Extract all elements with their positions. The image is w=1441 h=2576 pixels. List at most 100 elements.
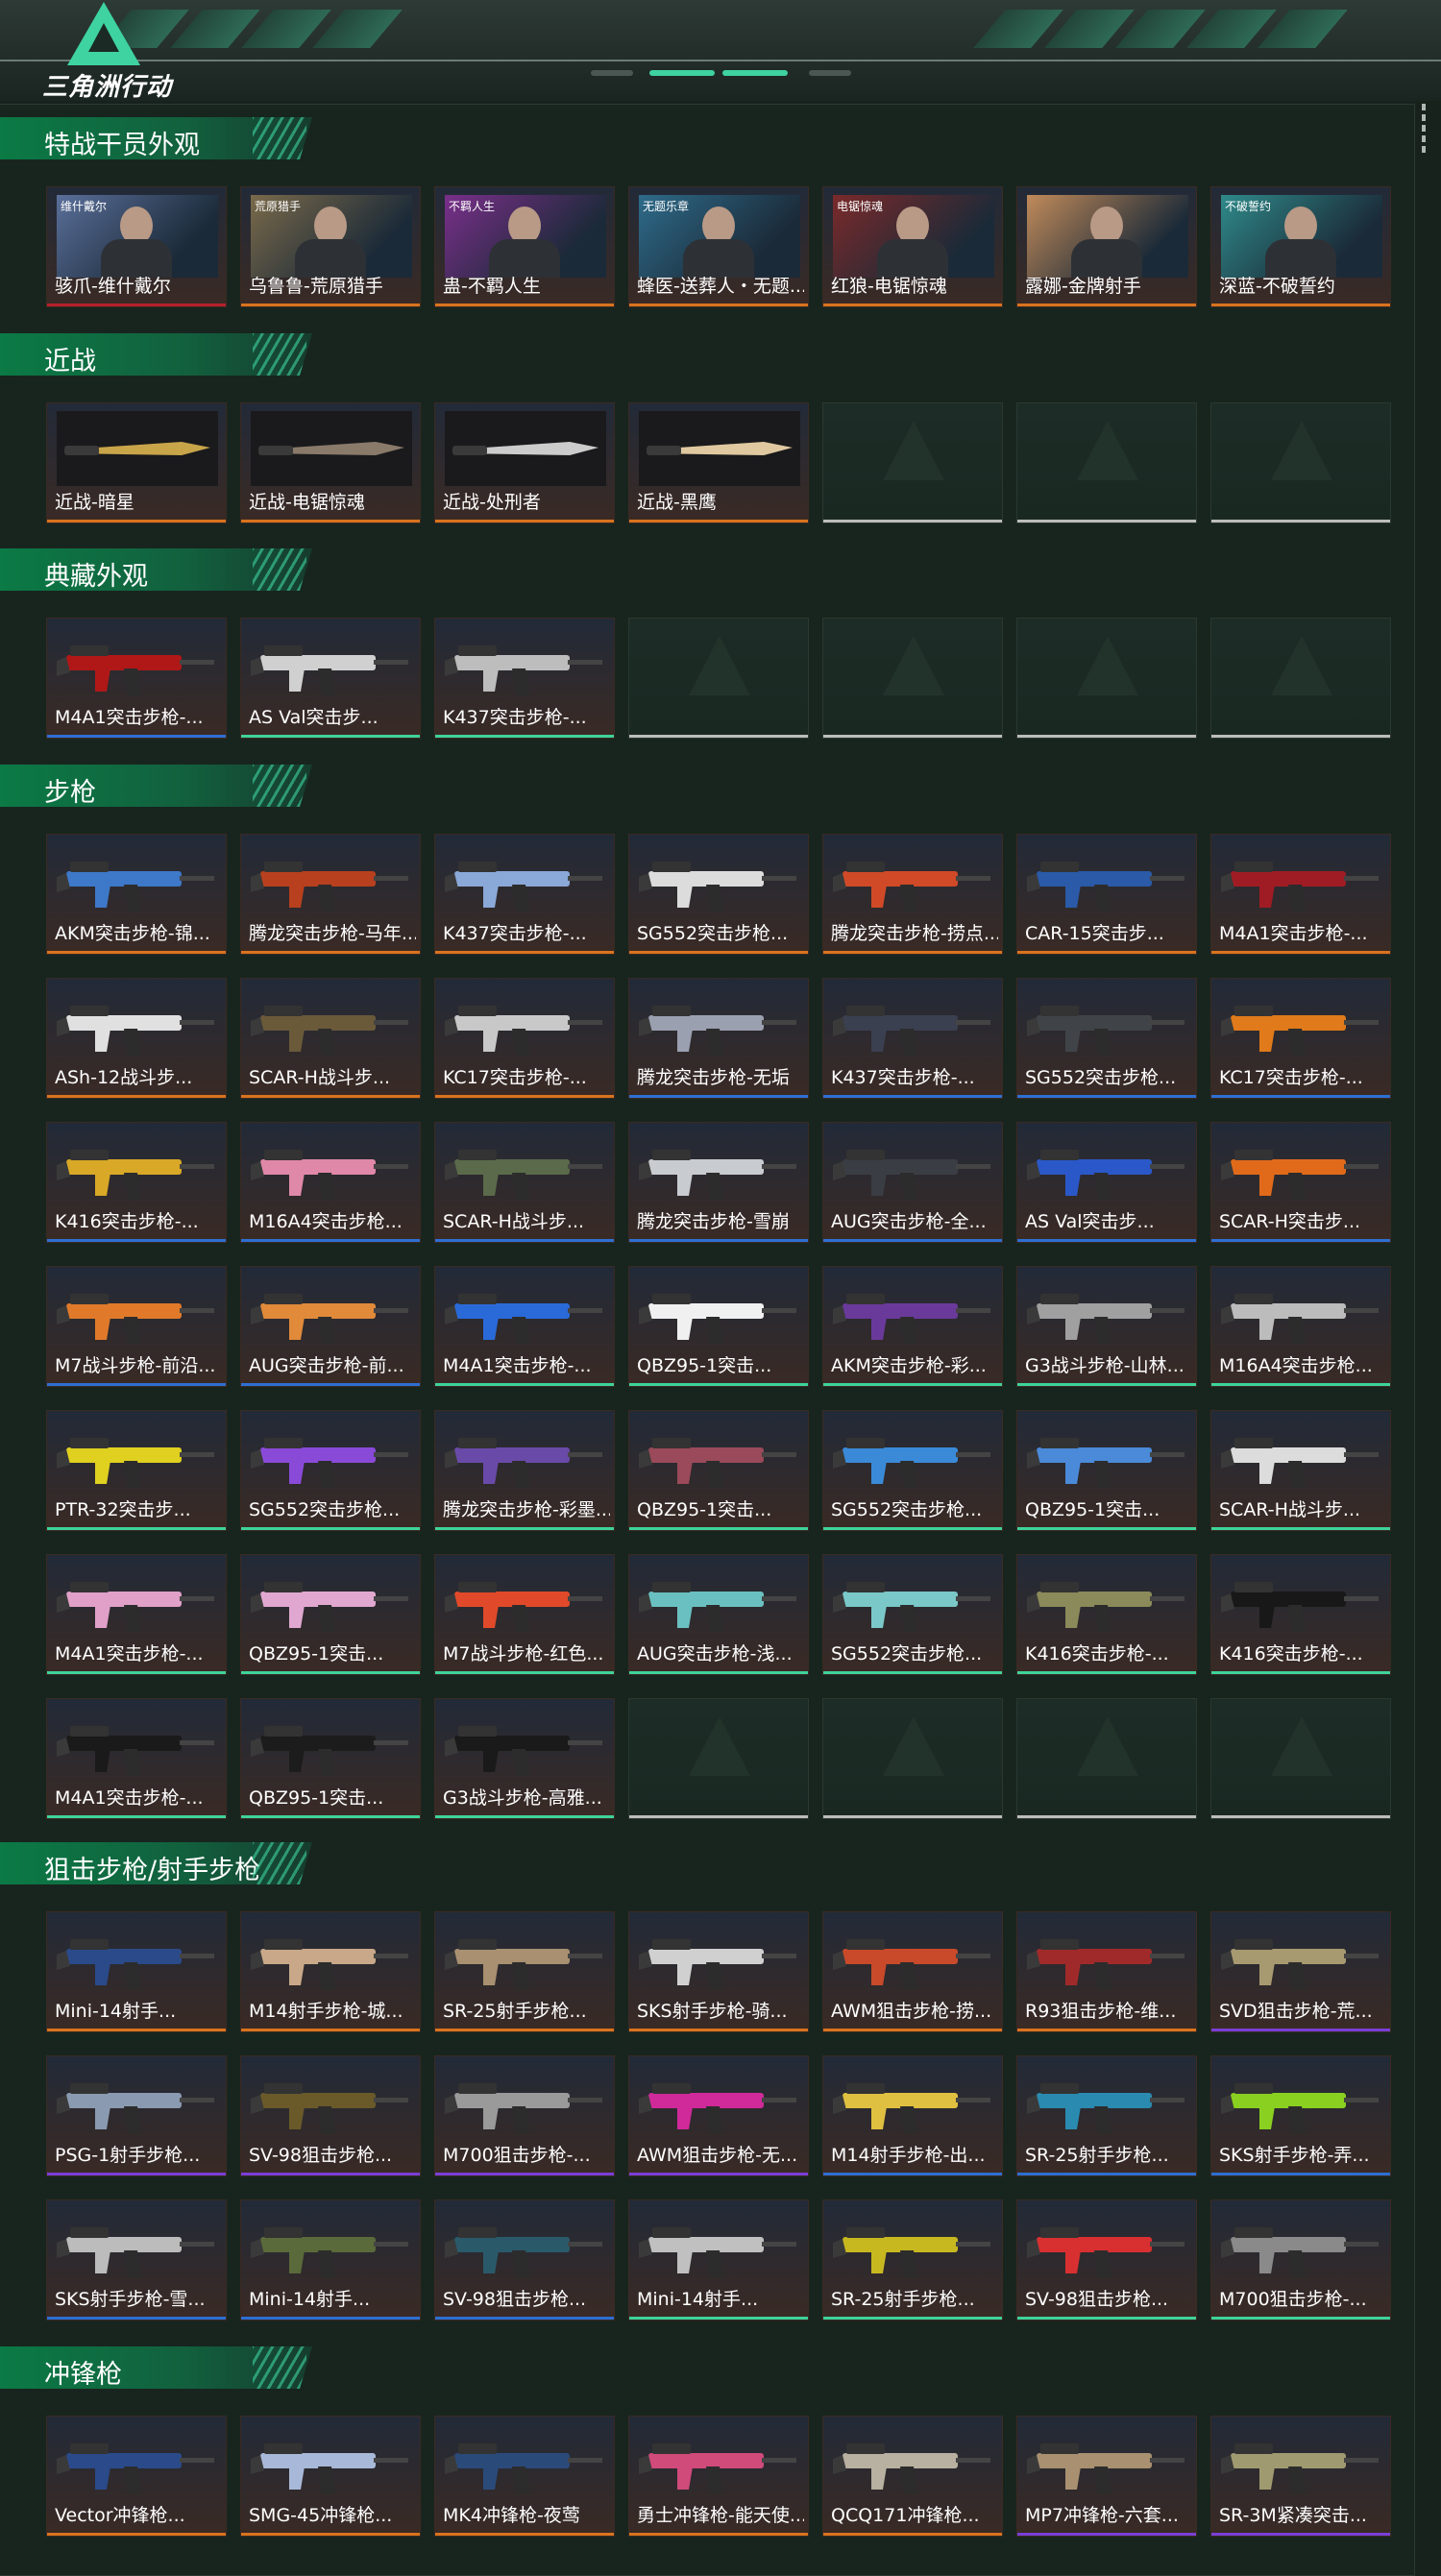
item-card[interactable]: 近战-黑鹰	[628, 402, 809, 523]
item-card[interactable]: M16A4突击步枪...	[240, 1122, 421, 1243]
item-card[interactable]: QBZ95-1突击...	[628, 1410, 809, 1531]
item-card[interactable]: 腾龙突击步枪-彩墨...	[434, 1410, 615, 1531]
item-card[interactable]: SCAR-H战斗步...	[240, 978, 421, 1099]
item-card[interactable]: M4A1突击步枪-...	[1210, 834, 1391, 955]
item-label: K416突击步枪-...	[1219, 1643, 1363, 1665]
item-card[interactable]: K437突击步枪-...	[822, 978, 1003, 1099]
rarity-bar	[47, 304, 226, 306]
item-card[interactable]: MP7冲锋枪-六套...	[1016, 2416, 1197, 2537]
item-card[interactable]: K416突击步枪-...	[46, 1122, 227, 1243]
item-card[interactable]: G3战斗步枪-高雅...	[434, 1698, 615, 1819]
gun-icon	[1027, 1294, 1185, 1344]
item-card[interactable]: PTR-32突击步...	[46, 1410, 227, 1531]
item-card[interactable]: 近战-电锯惊魂	[240, 402, 421, 523]
empty-slot	[822, 402, 1003, 523]
rarity-bar	[47, 1383, 226, 1386]
item-card[interactable]: M7战斗步枪-红色...	[434, 1554, 615, 1675]
item-card[interactable]: M4A1突击步枪-...	[46, 1554, 227, 1675]
item-card[interactable]: Mini-14射手...	[628, 2199, 809, 2321]
item-card[interactable]: 露娜-金牌射手	[1016, 186, 1197, 307]
item-card[interactable]: R93狙击步枪-维...	[1016, 1911, 1197, 2032]
scrollbar[interactable]	[1422, 104, 1429, 161]
item-card[interactable]: AUG突击步枪-全...	[822, 1122, 1003, 1243]
rarity-bar	[241, 951, 420, 954]
item-card[interactable]: Vector冲锋枪...	[46, 2416, 227, 2537]
item-card[interactable]: SVD狙击步枪-荒...	[1210, 1911, 1391, 2032]
item-card[interactable]: SMG-45冲锋枪...	[240, 2416, 421, 2537]
item-card[interactable]: KC17突击步枪-...	[434, 978, 615, 1099]
item-card[interactable]: SG552突击步枪...	[822, 1554, 1003, 1675]
item-card[interactable]: QBZ95-1突击...	[628, 1266, 809, 1387]
item-card[interactable]: AS Val突击步...	[1016, 1122, 1197, 1243]
item-card[interactable]: MK4冲锋枪-夜莺	[434, 2416, 615, 2537]
rarity-bar	[1017, 1815, 1196, 1818]
item-card[interactable]: 荒原猎手 乌鲁鲁-荒原猎手	[240, 186, 421, 307]
item-card[interactable]: M14射手步枪-出...	[822, 2055, 1003, 2176]
item-card[interactable]: AS Val突击步...	[240, 618, 421, 739]
item-card[interactable]: CAR-15突击步...	[1016, 834, 1197, 955]
item-card[interactable]: M700狙击步枪-...	[1210, 2199, 1391, 2321]
item-card[interactable]: SR-25射手步枪...	[434, 1911, 615, 2032]
item-card[interactable]: PSG-1射手步枪...	[46, 2055, 227, 2176]
item-card[interactable]: 不破誓约 深蓝-不破誓约	[1210, 186, 1391, 307]
item-card[interactable]: M4A1突击步枪-...	[46, 1698, 227, 1819]
item-card[interactable]: SCAR-H战斗步...	[434, 1122, 615, 1243]
item-card[interactable]: SV-98狙击步枪...	[1016, 2199, 1197, 2321]
item-card[interactable]: M16A4突击步枪...	[1210, 1266, 1391, 1387]
item-card[interactable]: SCAR-H突击步...	[1210, 1122, 1391, 1243]
item-card[interactable]: AKM突击步枪-彩...	[822, 1266, 1003, 1387]
item-card[interactable]: 腾龙突击步枪-捞点...	[822, 834, 1003, 955]
item-card[interactable]: SG552突击步枪...	[240, 1410, 421, 1531]
item-card[interactable]: K437突击步枪-...	[434, 618, 615, 739]
item-card[interactable]: Mini-14射手...	[46, 1911, 227, 2032]
item-card[interactable]: SV-98狙击步枪...	[434, 2199, 615, 2321]
item-card[interactable]: AKM突击步枪-锦...	[46, 834, 227, 955]
item-card[interactable]: AWM狙击步枪-捞...	[822, 1911, 1003, 2032]
item-card[interactable]: M4A1突击步枪-...	[46, 618, 227, 739]
item-card[interactable]: QBZ95-1突击...	[240, 1554, 421, 1675]
item-card[interactable]: 电锯惊魂 红狼-电锯惊魂	[822, 186, 1003, 307]
item-card[interactable]: 近战-处刑者	[434, 402, 615, 523]
item-card[interactable]: SG552突击步枪...	[628, 834, 809, 955]
item-card[interactable]: 腾龙突击步枪-马年...	[240, 834, 421, 955]
item-card[interactable]: SV-98狙击步枪...	[240, 2055, 421, 2176]
item-card[interactable]: QBZ95-1突击...	[1016, 1410, 1197, 1531]
section-title: 冲锋枪	[44, 2360, 122, 2390]
item-card[interactable]: K416突击步枪-...	[1016, 1554, 1197, 1675]
item-card[interactable]: KC17突击步枪-...	[1210, 978, 1391, 1099]
item-card[interactable]: 不羁人生 蛊-不羁人生	[434, 186, 615, 307]
section-header: 近战	[0, 333, 312, 376]
item-card[interactable]: SKS射手步枪-弄...	[1210, 2055, 1391, 2176]
item-card[interactable]: QCQ171冲锋枪...	[822, 2416, 1003, 2537]
item-card[interactable]: SG552突击步枪...	[822, 1410, 1003, 1531]
item-card[interactable]: SCAR-H战斗步...	[1210, 1410, 1391, 1531]
item-card[interactable]: Mini-14射手...	[240, 2199, 421, 2321]
rarity-bar	[241, 2317, 420, 2320]
section-header: 典藏外观	[0, 548, 312, 591]
item-card[interactable]: AUG突击步枪-前...	[240, 1266, 421, 1387]
item-card[interactable]: AUG突击步枪-浅...	[628, 1554, 809, 1675]
item-card[interactable]: AWM狙击步枪-无...	[628, 2055, 809, 2176]
item-card[interactable]: 腾龙突击步枪-雪崩	[628, 1122, 809, 1243]
item-card[interactable]: K416突击步枪-...	[1210, 1554, 1391, 1675]
item-card[interactable]: 近战-暗星	[46, 402, 227, 523]
item-card[interactable]: 无题乐章 蜂医-送葬人・无题...	[628, 186, 809, 307]
item-card[interactable]: SKS射手步枪-骑...	[628, 1911, 809, 2032]
item-card[interactable]: K437突击步枪-...	[434, 834, 615, 955]
item-card[interactable]: SR-25射手步枪...	[822, 2199, 1003, 2321]
item-card[interactable]: 维什戴尔 骇爪-维什戴尔	[46, 186, 227, 307]
item-label: K416突击步枪-...	[1025, 1643, 1169, 1665]
item-card[interactable]: SG552突击步枪...	[1016, 978, 1197, 1099]
item-card[interactable]: SKS射手步枪-雪...	[46, 2199, 227, 2321]
item-card[interactable]: M700狙击步枪-...	[434, 2055, 615, 2176]
item-card[interactable]: G3战斗步枪-山林...	[1016, 1266, 1197, 1387]
item-card[interactable]: QBZ95-1突击...	[240, 1698, 421, 1819]
item-card[interactable]: SR-3M紧凑突击...	[1210, 2416, 1391, 2537]
item-card[interactable]: M4A1突击步枪-...	[434, 1266, 615, 1387]
item-card[interactable]: 勇士冲锋枪-能天使...	[628, 2416, 809, 2537]
item-card[interactable]: SR-25射手步枪...	[1016, 2055, 1197, 2176]
item-card[interactable]: 腾龙突击步枪-无垢	[628, 978, 809, 1099]
item-card[interactable]: M14射手步枪-城...	[240, 1911, 421, 2032]
item-card[interactable]: M7战斗步枪-前沿...	[46, 1266, 227, 1387]
item-card[interactable]: ASh-12战斗步...	[46, 978, 227, 1099]
